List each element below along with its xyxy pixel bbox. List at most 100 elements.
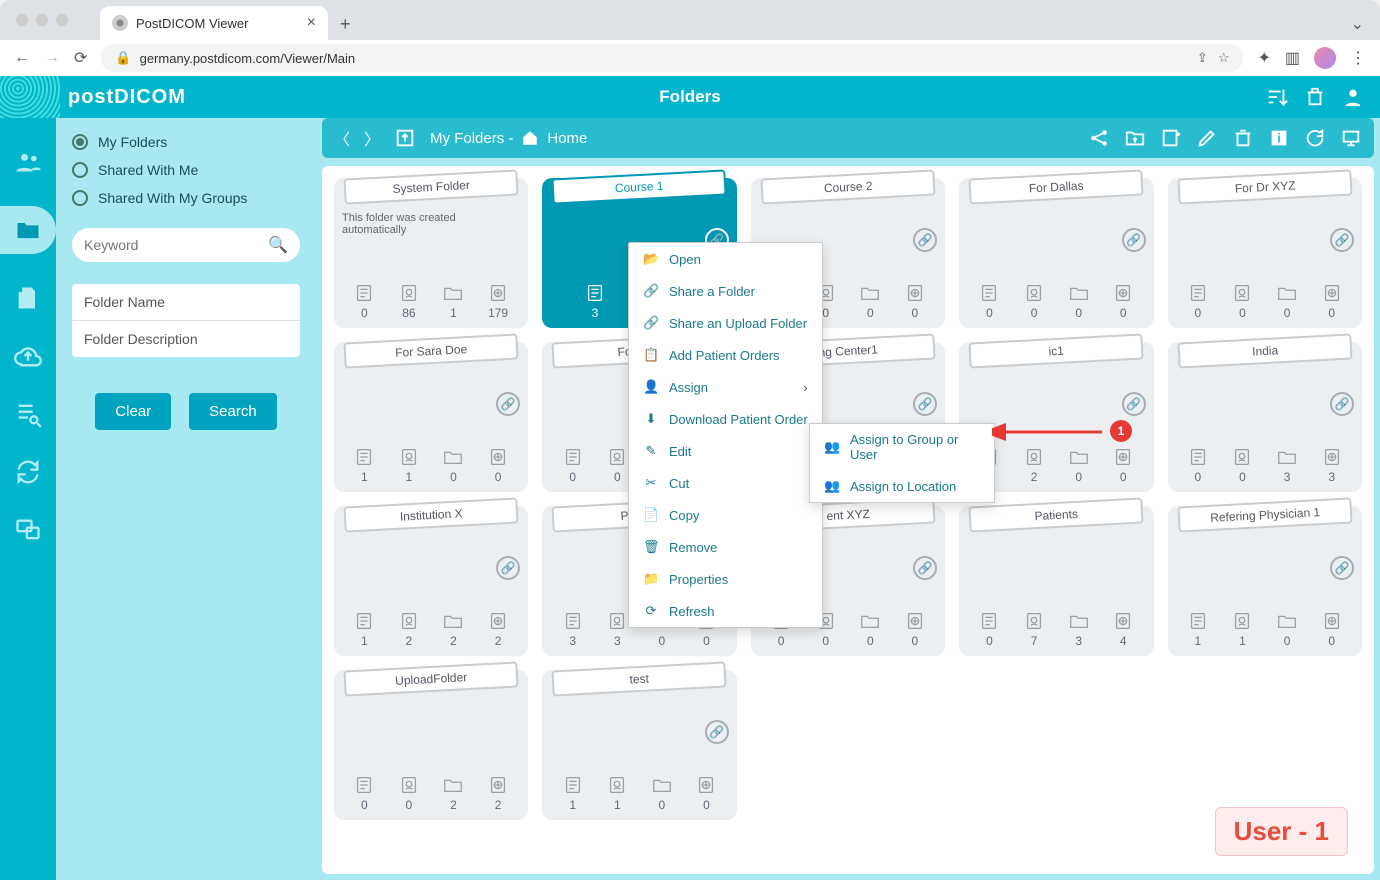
stat-item: 3 [1276, 446, 1298, 484]
menu-item-cut[interactable]: ✂Cut [629, 467, 822, 499]
folder-card[interactable]: For Dallas🔗0000 [959, 178, 1153, 328]
folder-card[interactable]: System FolderThis folder was created aut… [334, 178, 528, 328]
menu-label: Share an Upload Folder [669, 316, 807, 331]
share-os-icon[interactable]: ⇪ [1197, 50, 1208, 66]
stat-item: 2 [442, 774, 464, 812]
new-tab-button[interactable]: + [340, 14, 351, 35]
devices-rail-icon[interactable] [14, 516, 42, 544]
menu-item-open[interactable]: 📂Open [629, 243, 822, 275]
panel-icon[interactable]: ▥ [1285, 48, 1300, 68]
user-header-icon[interactable] [1342, 86, 1364, 108]
menu-item-share-a-folder[interactable]: 🔗Share a Folder [629, 275, 822, 307]
tabs-chevron-icon[interactable]: ⌄ [1351, 14, 1364, 34]
filter-shared-groups[interactable]: Shared With My Groups [72, 190, 300, 206]
search-input[interactable] [84, 237, 268, 253]
nav-next-icon[interactable]: 〉 [364, 126, 380, 150]
trash-header-icon[interactable] [1304, 86, 1326, 108]
kebab-icon[interactable]: ⋮ [1350, 48, 1366, 68]
upload-box-icon[interactable] [394, 127, 416, 149]
trash-icon[interactable] [1232, 127, 1254, 149]
sync-rail-icon[interactable] [14, 458, 42, 486]
folder-name-field[interactable]: Folder Name [72, 284, 300, 321]
folder-desc-field[interactable]: Folder Description [72, 321, 300, 357]
documents-rail-icon[interactable] [14, 284, 42, 312]
menu-icon: 🔗 [643, 283, 659, 299]
stat-item: 1 [398, 446, 420, 484]
menu-icon: ✂ [643, 475, 659, 491]
star-icon[interactable]: ☆ [1218, 50, 1230, 66]
menu-item-refresh[interactable]: ⟳Refresh [629, 595, 822, 627]
folder-name-label: Course 1 [552, 169, 728, 204]
menu-item-copy[interactable]: 📄Copy [629, 499, 822, 531]
menu-item-download-patient-order[interactable]: ⬇Download Patient Order [629, 403, 822, 435]
crumb-home[interactable]: Home [547, 130, 587, 147]
dot-min[interactable] [36, 14, 48, 26]
folder-card[interactable]: Patients0734 [959, 506, 1153, 656]
url-bar[interactable]: 🔒 germany.postdicom.com/Viewer/Main ⇪ ☆ [101, 44, 1243, 72]
folder-stats: 1100 [1176, 604, 1354, 648]
search-icon[interactable]: 🔍 [268, 235, 288, 255]
folder-upload-icon[interactable] [1124, 127, 1146, 149]
refresh-icon[interactable] [1304, 127, 1326, 149]
browser-tab[interactable]: PostDICOM Viewer × [100, 6, 328, 40]
menu-label: Assign [669, 380, 708, 395]
edit-icon[interactable] [1196, 127, 1218, 149]
stat-item: 0 [1187, 282, 1209, 320]
menu-icon: 📂 [643, 251, 659, 267]
nav-prev-icon[interactable]: 〈 [334, 126, 350, 150]
stat-item: 0 [562, 446, 584, 484]
reload-icon[interactable]: ⟳ [74, 48, 87, 68]
menu-label: Refresh [669, 604, 715, 619]
menu-item-edit[interactable]: ✎Edit [629, 435, 822, 467]
menu-item-remove[interactable]: 🗑Remove [629, 531, 822, 563]
nav-forward-icon[interactable]: → [44, 49, 60, 67]
users-rail-icon[interactable] [14, 148, 42, 176]
folder-card[interactable]: For Sara Doe🔗1100 [334, 342, 528, 492]
present-icon[interactable] [1340, 127, 1362, 149]
clear-button[interactable]: Clear [95, 393, 171, 430]
folder-card[interactable]: UploadFolder0022 [334, 670, 528, 820]
stat-item: 0 [651, 774, 673, 812]
dot-close[interactable] [16, 14, 28, 26]
folder-card[interactable]: For Dr XYZ🔗0000 [1168, 178, 1362, 328]
stat-item: 0 [904, 282, 926, 320]
stat-item: 0 [978, 610, 1000, 648]
stat-item: 2 [1023, 446, 1045, 484]
keyword-search[interactable]: 🔍 [72, 228, 300, 262]
upload-rail-icon[interactable] [14, 342, 42, 370]
add-icon[interactable] [1160, 127, 1182, 149]
tab-close-icon[interactable]: × [307, 14, 316, 32]
filter-shared-me[interactable]: Shared With Me [72, 162, 300, 178]
menu-item-assign[interactable]: 👤Assign› [629, 371, 822, 403]
search-button[interactable]: Search [189, 393, 277, 430]
menu-item-add-patient-orders[interactable]: 📋Add Patient Orders [629, 339, 822, 371]
folders-rail-tab[interactable] [0, 206, 56, 254]
sort-icon[interactable] [1266, 86, 1288, 108]
menu-icon: 👤 [643, 379, 659, 395]
submenu-item-assign-to-group-or-user[interactable]: 👥Assign to Group or User [810, 424, 994, 470]
nav-back-icon[interactable]: ← [14, 49, 30, 67]
profile-avatar[interactable] [1314, 47, 1336, 69]
filter-my-folders[interactable]: My Folders [72, 134, 300, 150]
menu-item-properties[interactable]: 📁Properties [629, 563, 822, 595]
menu-item-share-an-upload-folder[interactable]: 🔗Share an Upload Folder [629, 307, 822, 339]
submenu-item-assign-to-location[interactable]: 👥Assign to Location [810, 470, 994, 502]
folder-name-label: Institution X [343, 497, 519, 532]
extensions-icon[interactable]: ✦ [1257, 48, 1270, 68]
share-icon[interactable] [1088, 127, 1110, 149]
folder-card[interactable]: Institution X🔗1222 [334, 506, 528, 656]
stat-item: 0 [398, 774, 420, 812]
radio-checked-icon [72, 134, 88, 150]
home-icon[interactable] [521, 129, 539, 147]
field-group: Folder Name Folder Description [72, 284, 300, 357]
stat-item: 0 [442, 446, 464, 484]
folder-card[interactable]: India🔗0033 [1168, 342, 1362, 492]
folder-card[interactable]: Refering Physician 1🔗1100 [1168, 506, 1362, 656]
list-search-rail-icon[interactable] [14, 400, 42, 428]
folder-card[interactable]: test🔗1100 [542, 670, 736, 820]
left-rail [0, 118, 56, 880]
info-icon[interactable]: i [1268, 127, 1290, 149]
stat-item: 1 [442, 282, 464, 320]
stat-item: 0 [1321, 282, 1343, 320]
dot-max[interactable] [56, 14, 68, 26]
